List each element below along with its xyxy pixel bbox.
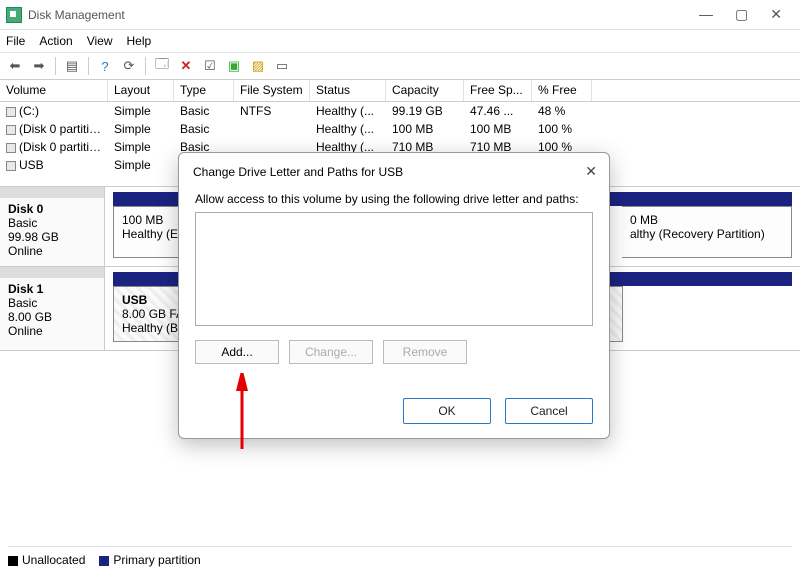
minimize-button[interactable]: — xyxy=(699,6,713,23)
disk0-type: Basic xyxy=(8,216,96,230)
disk1-type: Basic xyxy=(8,296,96,310)
menu-help[interactable]: Help xyxy=(127,34,152,48)
help-icon[interactable]: ? xyxy=(94,55,116,77)
col-volume[interactable]: Volume xyxy=(0,80,108,101)
change-button: Change... xyxy=(289,340,373,364)
title-bar: Disk Management — ▢ ✕ xyxy=(0,0,800,30)
change-drive-letter-dialog: Change Drive Letter and Paths for USB ✕ … xyxy=(178,152,610,439)
menu-action[interactable]: Action xyxy=(39,34,72,48)
col-filesystem[interactable]: File System xyxy=(234,80,310,101)
action1-icon[interactable]: ▣ xyxy=(223,55,245,77)
refresh-icon[interactable]: ⟳ xyxy=(118,55,140,77)
window-title: Disk Management xyxy=(28,8,125,22)
remove-button: Remove xyxy=(383,340,467,364)
disk1-info[interactable]: Disk 1 Basic 8.00 GB Online xyxy=(0,267,105,350)
show-hide-icon[interactable]: ▤ xyxy=(61,55,83,77)
col-layout[interactable]: Layout xyxy=(108,80,174,101)
legend-primary-swatch xyxy=(99,556,109,566)
disk1-size: 8.00 GB xyxy=(8,310,96,324)
action3-icon[interactable]: ▭ xyxy=(271,55,293,77)
volume-icon xyxy=(6,143,16,153)
volume-icon xyxy=(6,125,16,135)
app-icon xyxy=(6,7,22,23)
properties-icon[interactable]: 🗔 xyxy=(151,55,173,77)
cancel-button[interactable]: Cancel xyxy=(505,398,593,424)
legend: Unallocated Primary partition xyxy=(8,546,792,567)
col-free[interactable]: Free Sp... xyxy=(464,80,532,101)
menu-file[interactable]: File xyxy=(6,34,25,48)
delete-icon[interactable]: ✕ xyxy=(175,55,197,77)
maximize-button[interactable]: ▢ xyxy=(735,6,748,23)
dialog-message: Allow access to this volume by using the… xyxy=(195,192,593,206)
disk0-size: 99.98 GB xyxy=(8,230,96,244)
col-capacity[interactable]: Capacity xyxy=(386,80,464,101)
disk0-state: Online xyxy=(8,244,96,258)
dialog-close-icon[interactable]: ✕ xyxy=(585,163,597,180)
volume-icon xyxy=(6,161,16,171)
volume-icon xyxy=(6,107,16,117)
disk0-info[interactable]: Disk 0 Basic 99.98 GB Online xyxy=(0,187,105,266)
legend-unallocated-swatch xyxy=(8,556,18,566)
table-row[interactable]: (C:)SimpleBasicNTFSHealthy (...99.19 GB4… xyxy=(0,102,800,120)
menu-bar: File Action View Help xyxy=(0,30,800,52)
dialog-title: Change Drive Letter and Paths for USB xyxy=(193,165,403,179)
disk0-partition-recovery[interactable]: 0 MB althy (Recovery Partition) xyxy=(622,206,792,258)
close-button[interactable]: ✕ xyxy=(770,6,782,23)
disk1-label: Disk 1 xyxy=(8,282,96,296)
settings-icon[interactable]: ☑ xyxy=(199,55,221,77)
action2-icon[interactable]: ▨ xyxy=(247,55,269,77)
toolbar: ⬅ ➡ ▤ ? ⟳ 🗔 ✕ ☑ ▣ ▨ ▭ xyxy=(0,52,800,80)
volume-list-header: Volume Layout Type File System Status Ca… xyxy=(0,80,800,102)
table-row[interactable]: (Disk 0 partitio...SimpleBasicHealthy (.… xyxy=(0,120,800,138)
disk1-state: Online xyxy=(8,324,96,338)
forward-icon[interactable]: ➡ xyxy=(28,55,50,77)
ok-button[interactable]: OK xyxy=(403,398,491,424)
back-icon[interactable]: ⬅ xyxy=(4,55,26,77)
disk0-label: Disk 0 xyxy=(8,202,96,216)
paths-listbox[interactable] xyxy=(195,212,593,326)
col-type[interactable]: Type xyxy=(174,80,234,101)
menu-view[interactable]: View xyxy=(87,34,113,48)
col-pct[interactable]: % Free xyxy=(532,80,592,101)
col-status[interactable]: Status xyxy=(310,80,386,101)
add-button[interactable]: Add... xyxy=(195,340,279,364)
